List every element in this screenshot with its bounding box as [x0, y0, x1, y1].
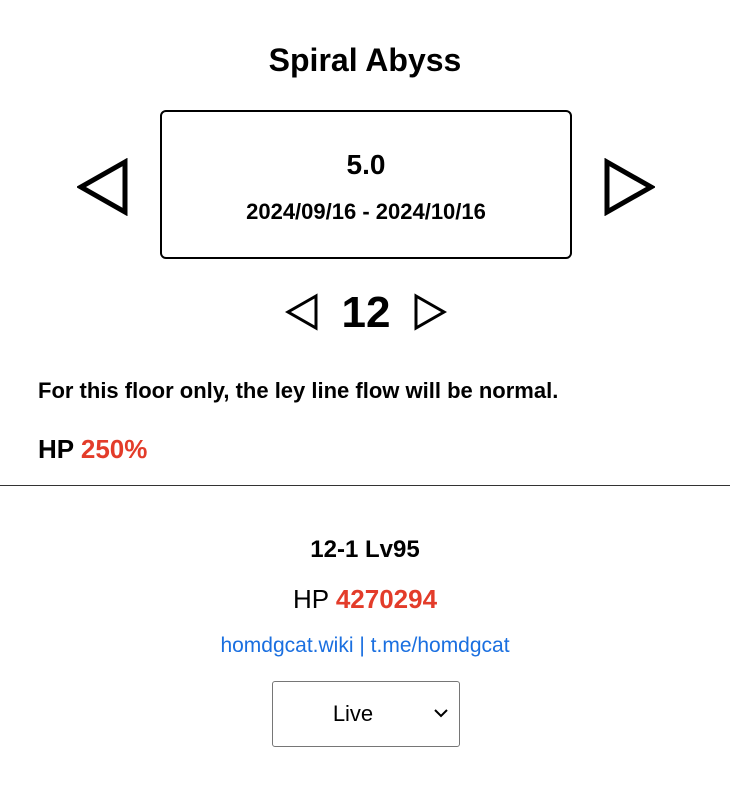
triangle-right-icon: [604, 158, 655, 216]
floor-hp-value: 250%: [80, 434, 148, 464]
floor-hp-label: HP: [38, 434, 74, 464]
server-select-value: Live: [332, 701, 374, 726]
chamber-hp: HP 4270294: [0, 583, 730, 615]
version-prev-button[interactable]: [74, 156, 132, 218]
version-next-button[interactable]: [600, 156, 658, 218]
triangle-right-icon: [414, 293, 447, 331]
triangle-left-icon: [285, 293, 318, 331]
version-card: 5.0 2024/09/16 - 2024/10/16: [160, 110, 572, 259]
page-title: Spiral Abyss: [268, 42, 462, 78]
triangle-left-icon: [77, 158, 128, 216]
wiki-link[interactable]: homdgcat.wiki: [220, 634, 353, 657]
floor-number: 12: [341, 288, 391, 337]
floor-hp-modifier: HP 250%: [38, 433, 147, 465]
spiral-abyss-page: Spiral Abyss 5.0 2024/09/16 - 2024/10/16…: [0, 0, 730, 786]
credit-links: homdgcat.wiki | t.me/homdgcat: [0, 632, 730, 660]
section-divider: [0, 485, 730, 486]
floor-next-button[interactable]: [410, 290, 450, 334]
chamber-hp-value: 4270294: [335, 584, 438, 614]
chamber-title: 12-1 Lv95: [310, 536, 420, 563]
chevron-down-icon: [434, 709, 448, 718]
telegram-link[interactable]: t.me/homdgcat: [371, 634, 510, 657]
floor-prev-button[interactable]: [282, 290, 322, 334]
server-select[interactable]: Live: [272, 681, 460, 747]
version-number: 5.0: [346, 149, 386, 180]
link-separator: |: [359, 634, 365, 657]
version-date-range: 2024/09/16 - 2024/10/16: [246, 199, 486, 224]
ley-line-description: For this floor only, the ley line flow w…: [38, 378, 559, 403]
chamber-hp-label: HP: [292, 584, 329, 614]
